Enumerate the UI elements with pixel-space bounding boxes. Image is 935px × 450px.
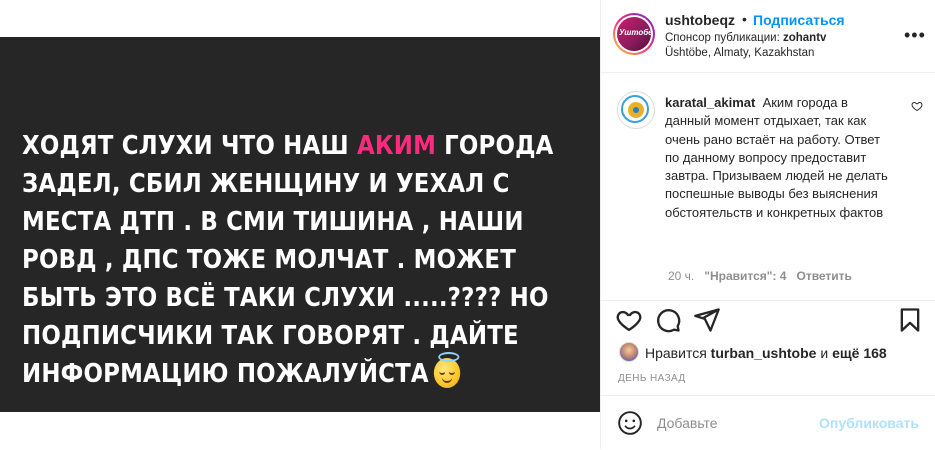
comment-likes[interactable]: "Нравится": 4 (704, 269, 786, 283)
sponsor-prefix: Спонсор публикации: (665, 32, 783, 44)
comment-input[interactable]: Добавьте (657, 415, 718, 431)
story-line-1-end: ГОРОДА (436, 131, 554, 161)
like-heart-icon[interactable] (615, 306, 643, 334)
save-bookmark-icon[interactable] (896, 306, 924, 334)
comment-body: karatal_akimat Аким города в данный моме… (665, 94, 890, 222)
story-line-5: БЫТЬ ЭТО ВСЁ ТАКИ СЛУХИ .....???? НО (22, 283, 549, 313)
action-bar (601, 300, 935, 341)
likes-summary: Нравится turban_ushtobe и ещё 168 (619, 342, 887, 362)
likes-count[interactable]: ещё 168 (832, 345, 887, 361)
story-image: ХОДЯТ СЛУХИ ЧТО НАШ АКИМ ГОРОДА ЗАДЕЛ, С… (0, 37, 600, 412)
more-options-icon[interactable]: ••• (904, 26, 926, 44)
likes-conjunction: и (816, 345, 833, 361)
avatar-logo-text: Уштобе (619, 28, 651, 37)
story-text: ХОДЯТ СЛУХИ ЧТО НАШ АКИМ ГОРОДА ЗАДЕЛ, С… (22, 127, 553, 393)
follow-button[interactable]: Подписаться (753, 12, 845, 28)
location-link[interactable]: Üshtöbe, Almaty, Kazakhstan (665, 47, 814, 59)
comment-time[interactable]: 20 ч. (668, 269, 694, 283)
story-line-3: МЕСТА ДТП . В СМИ ТИШИНА , НАШИ (22, 207, 524, 237)
separator-dot: • (742, 11, 747, 27)
post-username[interactable]: ushtobeqz (665, 12, 735, 28)
comment-bubble-icon[interactable] (654, 306, 682, 334)
comment-meta: 20 ч. "Нравится": 4 Ответить (668, 269, 862, 283)
reply-button[interactable]: Ответить (796, 269, 851, 283)
caption-comment: karatal_akimat Аким города в данный моме… (601, 73, 935, 293)
commenter-username[interactable]: karatal_akimat (665, 95, 755, 110)
smiling-face-with-halo-icon (434, 352, 461, 388)
post-media[interactable]: ХОДЯТ СЛУХИ ЧТО НАШ АКИМ ГОРОДА ЗАДЕЛ, С… (0, 0, 600, 449)
comment-text: Аким города в данный момент отдыхает, та… (665, 95, 888, 220)
likes-prefix: Нравится (645, 345, 711, 361)
story-line-1: ХОДЯТ СЛУХИ ЧТО НАШ (22, 131, 357, 161)
add-comment-bar: Добавьте Опубликовать (601, 395, 935, 450)
liker-username[interactable]: turban_ushtobe (711, 345, 817, 361)
sponsor-label: Спонсор публикации: zohantv (665, 32, 826, 44)
profile-avatar[interactable]: Уштобе (613, 13, 655, 55)
comment-like-heart-icon[interactable] (911, 100, 923, 112)
commenter-avatar[interactable] (617, 91, 655, 129)
publish-button[interactable]: Опубликовать (819, 415, 919, 431)
story-line-7: ИНФОРМАЦИЮ ПОЖАЛУЙСТА (22, 359, 429, 389)
emoji-picker-icon[interactable] (617, 410, 643, 436)
liker-avatar[interactable] (619, 342, 639, 362)
story-line-6: ПОДПИСЧИКИ ТАК ГОВОРЯТ . ДАЙТЕ (22, 321, 519, 351)
story-line-4: РОВД , ДПС ТОЖЕ МОЛЧАТ . МОЖЕТ (22, 245, 516, 275)
sponsor-link[interactable]: zohantv (783, 32, 826, 44)
post-header: Уштобе ushtobeqz • Подписаться Спонсор п… (601, 0, 935, 73)
post-sidebar: Уштобе ushtobeqz • Подписаться Спонсор п… (600, 0, 935, 449)
share-paper-plane-icon[interactable] (693, 306, 721, 334)
story-line-2: ЗАДЕЛ, СБИЛ ЖЕНЩИНУ И УЕХАЛ С (22, 169, 510, 199)
post-date[interactable]: ДЕНЬ НАЗАД (618, 373, 686, 384)
highlighted-word: АКИМ (356, 131, 437, 161)
instagram-post: ХОДЯТ СЛУХИ ЧТО НАШ АКИМ ГОРОДА ЗАДЕЛ, С… (0, 0, 935, 449)
